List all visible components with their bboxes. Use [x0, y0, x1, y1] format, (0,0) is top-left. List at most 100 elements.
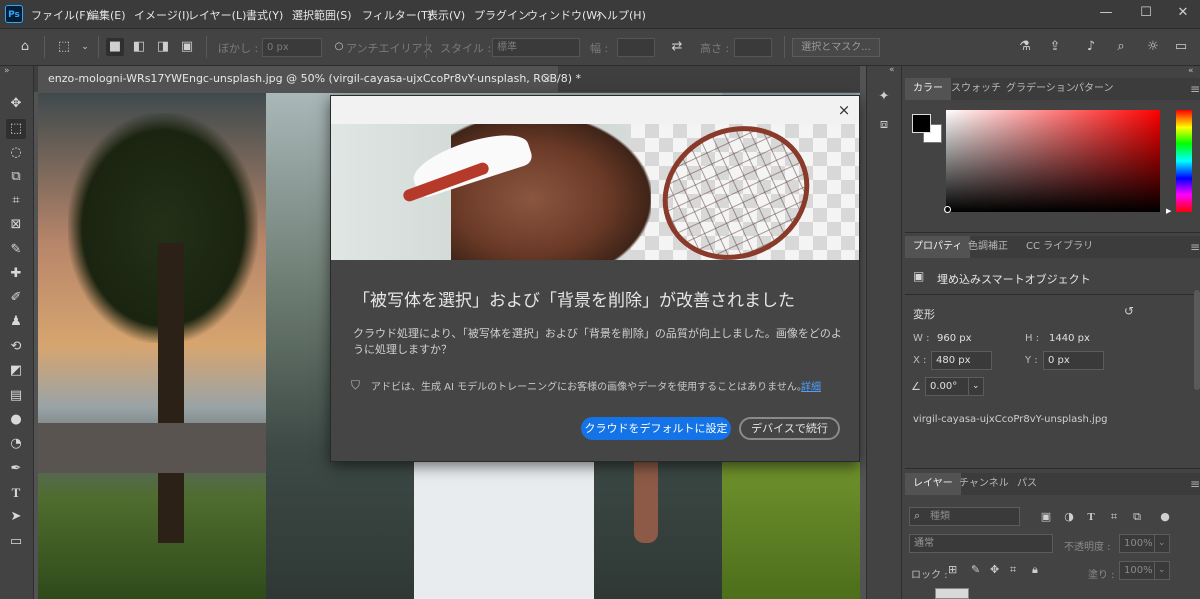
- tab-adjustments[interactable]: 色調補正: [960, 236, 1016, 258]
- panel-menu-icon[interactable]: ≡: [1190, 477, 1200, 491]
- magic-icon[interactable]: ✦: [875, 88, 893, 106]
- blur-tool-icon[interactable]: ●: [6, 410, 26, 430]
- hue-slider-handle[interactable]: ▶: [1166, 207, 1171, 215]
- crop-tool-icon[interactable]: ⌗: [6, 191, 26, 211]
- menu-image[interactable]: イメージ(I): [134, 7, 190, 23]
- search-icon[interactable]: ⌕: [1112, 38, 1130, 56]
- object-select-tool-icon[interactable]: ⧉: [6, 167, 26, 187]
- layer-thumbnail[interactable]: [935, 588, 969, 599]
- feather-input[interactable]: 0 px: [262, 38, 322, 57]
- color-picker-field[interactable]: [946, 110, 1160, 212]
- swap-icon[interactable]: ⇄: [668, 38, 686, 56]
- width-value[interactable]: 960 px: [937, 333, 972, 344]
- filter-shape-icon[interactable]: ⌗: [1107, 510, 1121, 524]
- height-value[interactable]: 1440 px: [1049, 333, 1090, 344]
- menu-filter[interactable]: フィルター(T): [362, 7, 432, 23]
- tab-patterns[interactable]: パターン: [1066, 78, 1122, 100]
- reset-icon[interactable]: ↺: [1124, 304, 1134, 318]
- marquee-tool-icon[interactable]: ⬚: [6, 119, 26, 139]
- continue-on-device-button[interactable]: デバイスで続行: [739, 417, 840, 440]
- rectangle-tool-icon[interactable]: ▭: [6, 532, 26, 552]
- stamp-tool-icon[interactable]: ♟: [6, 312, 26, 332]
- panel-menu-icon[interactable]: ≡: [1190, 240, 1200, 254]
- home-icon[interactable]: ⌂: [16, 38, 34, 56]
- close-tab-icon[interactable]: ×: [542, 72, 551, 85]
- y-field[interactable]: 0 px: [1043, 351, 1104, 370]
- layer-search-input[interactable]: 種類: [909, 507, 1020, 526]
- adjustments-icon[interactable]: ⧈: [875, 116, 893, 134]
- x-field[interactable]: 480 px: [931, 351, 992, 370]
- menu-select[interactable]: 選択範囲(S): [292, 7, 352, 23]
- details-link[interactable]: 詳細: [801, 378, 821, 393]
- menu-help[interactable]: ヘルプ(H): [596, 7, 646, 23]
- tab-cc-libraries[interactable]: CC ライブラリ: [1018, 236, 1101, 258]
- filter-pixel-icon[interactable]: ▣: [1039, 510, 1053, 524]
- lock-all-icon[interactable]: 🔒︎: [1032, 563, 1038, 577]
- window-close-icon[interactable]: ✕: [1172, 3, 1194, 23]
- healing-brush-tool-icon[interactable]: ✚: [6, 264, 26, 284]
- chevron-down-icon[interactable]: ⌄: [1154, 534, 1170, 553]
- menu-window[interactable]: ウィンドウ(W): [527, 7, 601, 23]
- brush-tool-icon[interactable]: ✐: [6, 288, 26, 308]
- pen-tool-icon[interactable]: ✒: [6, 459, 26, 479]
- menu-edit[interactable]: 編集(E): [88, 7, 126, 23]
- bell-icon[interactable]: ♪: [1082, 38, 1100, 56]
- filter-toggle-icon[interactable]: ●: [1158, 510, 1172, 524]
- filter-adjustment-icon[interactable]: ◑: [1062, 510, 1076, 524]
- flask-icon[interactable]: ⚗: [1016, 38, 1034, 56]
- chevron-down-icon[interactable]: ⌄: [76, 38, 94, 56]
- opacity-field[interactable]: 100%: [1119, 534, 1155, 553]
- subtract-selection-icon[interactable]: ◨: [154, 38, 172, 56]
- menu-type[interactable]: 書式(Y): [246, 7, 283, 23]
- dodge-tool-icon[interactable]: ◔: [6, 434, 26, 454]
- height-input[interactable]: [734, 38, 772, 57]
- eyedropper-tool-icon[interactable]: ✎: [6, 240, 26, 260]
- path-select-tool-icon[interactable]: ➤: [6, 507, 26, 527]
- set-cloud-default-button[interactable]: クラウドをデフォルトに設定: [581, 417, 731, 440]
- color-picker-cursor[interactable]: [944, 206, 951, 213]
- history-brush-tool-icon[interactable]: ⟲: [6, 337, 26, 357]
- width-input[interactable]: [617, 38, 655, 57]
- new-selection-icon[interactable]: ■: [106, 38, 124, 56]
- menu-layer[interactable]: レイヤー(L): [188, 7, 246, 23]
- gradient-tool-icon[interactable]: ▤: [6, 386, 26, 406]
- chevron-down-icon[interactable]: ⌄: [968, 377, 984, 396]
- add-selection-icon[interactable]: ◧: [130, 38, 148, 56]
- chevron-down-icon[interactable]: ⌄: [1154, 561, 1170, 580]
- lightbulb-icon[interactable]: ☼: [1144, 38, 1162, 56]
- expand-icon[interactable]: «: [889, 65, 895, 75]
- frame-tool-icon[interactable]: ⊠: [6, 215, 26, 235]
- close-icon[interactable]: ×: [835, 101, 853, 119]
- filter-type-icon[interactable]: T: [1084, 510, 1098, 524]
- document-tab[interactable]: enzo-mologni-WRs17YWEngc-unsplash.jpg @ …: [38, 66, 581, 92]
- menu-plugins[interactable]: プラグイン: [474, 7, 529, 23]
- expand-panels-icon[interactable]: «: [1188, 66, 1194, 76]
- tab-channels[interactable]: チャンネル: [951, 473, 1017, 495]
- lasso-tool-icon[interactable]: ◌: [6, 143, 26, 163]
- minimize-icon[interactable]: —: [1095, 3, 1117, 23]
- tab-paths[interactable]: パス: [1009, 473, 1045, 495]
- foreground-color-swatch[interactable]: [912, 114, 931, 133]
- properties-scrollbar[interactable]: [1194, 290, 1200, 390]
- style-select[interactable]: 標準: [492, 38, 580, 57]
- lock-image-icon[interactable]: ✎: [971, 563, 980, 576]
- menu-view[interactable]: 表示(V): [427, 7, 465, 23]
- lock-artboard-icon[interactable]: ⌗: [1010, 563, 1016, 577]
- fill-field[interactable]: 100%: [1119, 561, 1155, 580]
- lock-position-icon[interactable]: ✥: [990, 563, 999, 576]
- intersect-selection-icon[interactable]: ▣: [178, 38, 196, 56]
- marquee-preset-icon[interactable]: ⬚: [55, 38, 73, 56]
- hue-slider[interactable]: [1176, 110, 1192, 212]
- filter-smart-object-icon[interactable]: ⧉: [1130, 510, 1144, 524]
- eraser-tool-icon[interactable]: ◩: [6, 361, 26, 381]
- lock-transparency-icon[interactable]: ⊞: [948, 563, 957, 576]
- blend-mode-select[interactable]: 通常: [909, 534, 1053, 553]
- move-tool-icon[interactable]: ✥: [6, 94, 26, 114]
- type-tool-icon[interactable]: T: [6, 483, 26, 503]
- collapse-icon[interactable]: »: [4, 66, 10, 76]
- panel-menu-icon[interactable]: ≡: [1190, 82, 1200, 96]
- menu-file[interactable]: ファイル(F): [31, 7, 90, 23]
- angle-field[interactable]: 0.00°: [925, 377, 969, 396]
- select-and-mask-button[interactable]: 選択とマスク...: [792, 38, 880, 57]
- workspace-icon[interactable]: ▭: [1172, 38, 1190, 56]
